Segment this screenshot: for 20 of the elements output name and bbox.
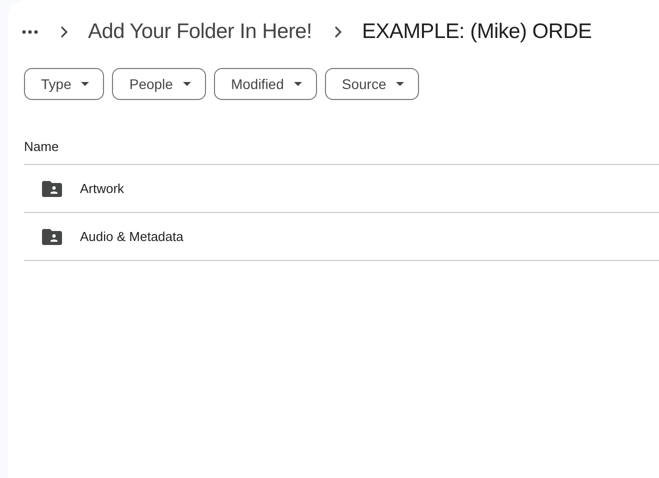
- caret-icon: [294, 82, 302, 86]
- chevron-right-icon: [60, 26, 68, 38]
- folder-row[interactable]: Audio & Metadata: [24, 213, 659, 261]
- folder-name: Artwork: [80, 181, 124, 196]
- column-header[interactable]: Name: [24, 138, 59, 154]
- filter-chip[interactable]: People: [112, 68, 206, 100]
- chevron-right-icon: [334, 26, 342, 38]
- filter-chip[interactable]: Source: [324, 68, 420, 100]
- breadcrumb[interactable]: Add Your Folder In Here!: [88, 20, 312, 44]
- caret-icon: [81, 82, 90, 86]
- caret-icon: [396, 82, 404, 86]
- folder-name: Audio & Metadata: [80, 229, 184, 244]
- breadcrumb[interactable]: EXAMPLE: (Mike) ORDE: [362, 20, 592, 44]
- shared-folder-icon: [42, 228, 62, 244]
- filter-chip[interactable]: Type: [24, 68, 104, 100]
- folder-row[interactable]: Artwork: [24, 165, 659, 213]
- filter-chip[interactable]: Modified: [214, 68, 317, 100]
- shared-folder-icon: [42, 180, 62, 196]
- more-icon[interactable]: [22, 30, 38, 34]
- caret-icon: [182, 82, 191, 86]
